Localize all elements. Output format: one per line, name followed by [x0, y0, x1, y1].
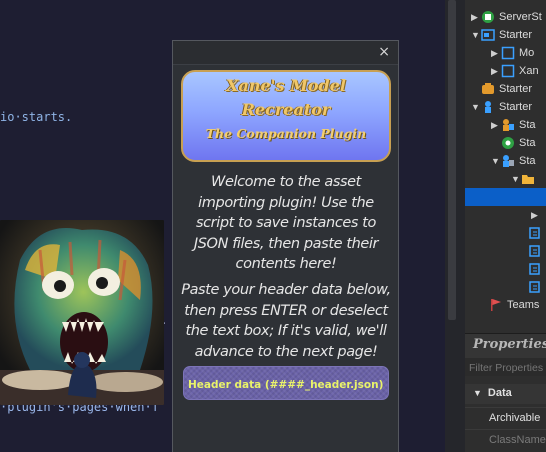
explorer-item-label: Mo: [519, 47, 535, 59]
instructions-text: Paste your header data below, then press…: [181, 282, 391, 360]
plugin-window: × Xane's Model Recreator The Companion P…: [172, 40, 399, 452]
properties-title: Properties: [465, 333, 546, 358]
chevron-down-icon[interactable]: ▼: [473, 388, 482, 398]
explorer-item-starterpack[interactable]: Starter: [481, 80, 532, 98]
explorer-item-startergui[interactable]: ▼ Starter: [471, 26, 532, 44]
server-storage-icon: [481, 10, 495, 24]
local-script-icon: [529, 262, 543, 276]
explorer-item-label: Sta: [519, 155, 536, 167]
folder-icon: [521, 172, 535, 186]
explorer-item-script[interactable]: [529, 260, 546, 278]
starter-scripts-icon: [501, 154, 515, 168]
explorer-item-label: Starter: [499, 29, 533, 41]
explorer-item-script[interactable]: [529, 224, 546, 242]
explorer-item-serverstorage[interactable]: ▶ ServerSt: [471, 8, 542, 26]
explorer-item-label: Sta: [519, 137, 536, 149]
explorer-item-starterplayerscripts[interactable]: Sta: [501, 134, 536, 152]
chevron-down-icon[interactable]: ▼: [511, 174, 521, 184]
code-line: io·starts.: [0, 110, 73, 124]
welcome-text: Welcome to the asset importing plugin! U…: [193, 174, 379, 272]
close-icon[interactable]: ×: [378, 44, 390, 60]
frame-icon: [501, 64, 515, 78]
chevron-right-icon[interactable]: ▶: [491, 48, 501, 59]
explorer-item-label: Xan: [519, 65, 539, 77]
chevron-down-icon[interactable]: ▼: [471, 102, 481, 112]
plugin-titlebar[interactable]: ×: [173, 41, 398, 65]
explorer-item-selected[interactable]: [465, 188, 546, 206]
explorer-item-label: Starter: [499, 101, 533, 113]
chevron-right-icon[interactable]: ▶: [531, 210, 541, 221]
frame-icon: [501, 46, 515, 60]
local-script-icon: [529, 280, 543, 294]
chevron-right-icon[interactable]: ▶: [491, 66, 501, 77]
explorer-item-starterscripts[interactable]: ▼ Sta: [491, 152, 536, 170]
explorer-item-label: Sta: [519, 119, 536, 131]
chevron-down-icon[interactable]: ▼: [491, 156, 501, 166]
explorer-item-startercharacterscripts[interactable]: ▶ Sta: [491, 116, 536, 134]
explorer-item-folder[interactable]: ▼: [511, 170, 539, 188]
banner-subtitle: The Companion Plugin: [205, 126, 367, 141]
banner-title: Xane's Model Recreator: [226, 76, 346, 119]
section-label: Data: [487, 387, 512, 399]
property-row-archivable[interactable]: Archivable: [465, 407, 546, 429]
teams-icon: [489, 298, 503, 312]
starter-character-scripts-icon: [501, 118, 515, 132]
editor-scrollbar[interactable]: [448, 0, 456, 320]
explorer-item-starterplayer[interactable]: ▼ Starter: [471, 98, 532, 116]
chevron-right-icon[interactable]: ▶: [471, 12, 481, 23]
starter-player-scripts-icon: [501, 136, 515, 150]
explorer-item-script[interactable]: [529, 278, 546, 296]
starter-player-icon: [481, 100, 495, 114]
header-data-input[interactable]: [183, 366, 389, 400]
filter-properties-input[interactable]: [465, 358, 546, 376]
chevron-down-icon[interactable]: ▼: [471, 30, 481, 40]
chevron-right-icon[interactable]: ▶: [491, 120, 501, 131]
monster-artwork-image: [0, 220, 164, 405]
explorer-item-script[interactable]: [529, 242, 546, 260]
explorer-item-label: ServerSt: [499, 11, 542, 23]
plugin-banner: Xane's Model Recreator The Companion Plu…: [181, 70, 391, 162]
explorer-item-label: Teams: [507, 299, 540, 311]
explorer-item-teams[interactable]: Teams: [489, 296, 539, 314]
explorer-item-label: Starter: [499, 83, 533, 95]
properties-section-data[interactable]: ▼ Data: [465, 384, 546, 404]
local-script-icon: [529, 244, 543, 258]
starter-pack-icon: [481, 82, 495, 96]
starter-gui-icon: [481, 28, 495, 42]
explorer-item-child[interactable]: ▶: [531, 206, 541, 224]
property-row-classname[interactable]: ClassName: [465, 429, 546, 451]
explorer-item-frame[interactable]: ▶ Mo: [491, 44, 534, 62]
explorer-item-frame[interactable]: ▶ Xan: [491, 62, 539, 80]
local-script-icon: [529, 226, 543, 240]
